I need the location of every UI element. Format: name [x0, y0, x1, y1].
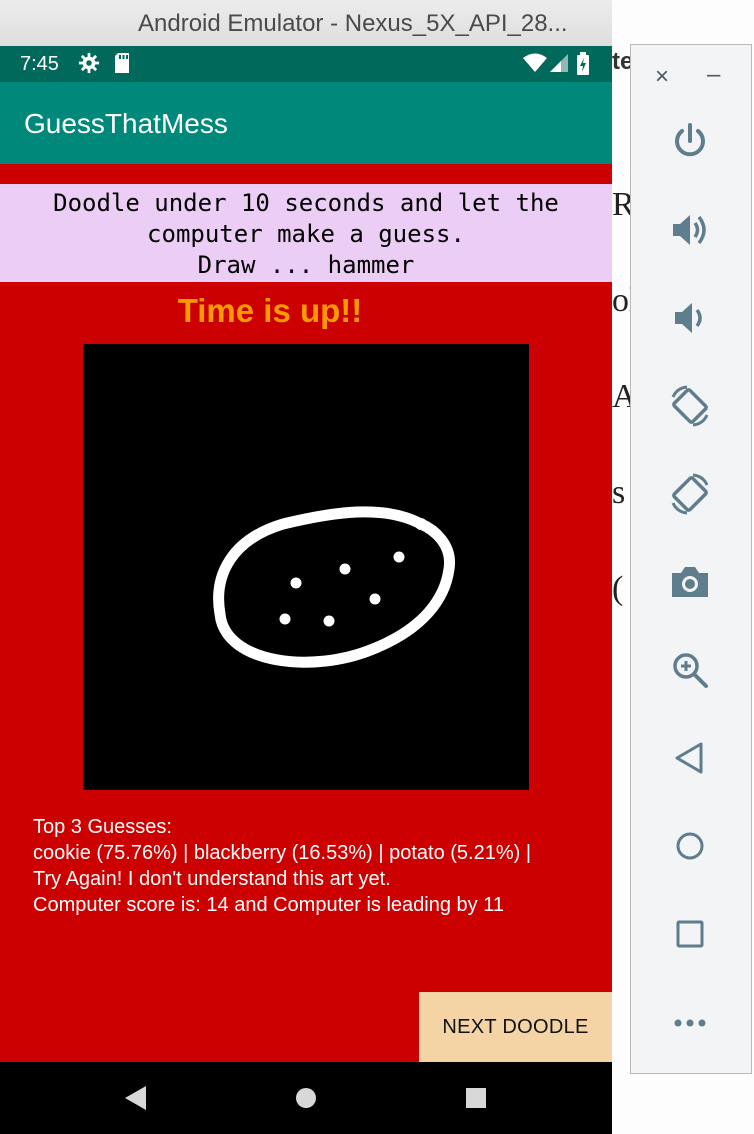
recents-icon[interactable] — [464, 1084, 488, 1117]
draw-prompt: Draw ... hammer — [197, 251, 415, 279]
game-content: Doodle under 10 seconds and let the comp… — [0, 164, 612, 1062]
score-text: Computer score is: 14 and Computer is le… — [33, 894, 504, 916]
home-icon[interactable] — [294, 1084, 318, 1117]
wifi-icon — [522, 52, 548, 79]
doodle-canvas[interactable] — [83, 344, 529, 790]
background-fragment: s — [612, 474, 626, 511]
device-screen: 7:45 GuessThatMess Doodle under 10 secon… — [0, 46, 612, 1134]
home-icon[interactable] — [667, 823, 713, 869]
rotate-right-icon[interactable] — [667, 471, 713, 517]
more-icon[interactable] — [667, 999, 713, 1045]
next-doodle-button[interactable]: NEXT DOODLE — [419, 992, 612, 1062]
results-header: Top 3 Guesses: — [33, 816, 172, 838]
signal-icon — [548, 52, 570, 79]
feedback-text: Try Again! I don't understand this art y… — [33, 868, 391, 890]
emulator-window: Android Emulator - Nexus_5X_API_28... 7:… — [0, 0, 612, 1134]
power-icon[interactable] — [667, 119, 713, 165]
app-title: GuessThatMess — [24, 108, 228, 139]
back-icon[interactable] — [667, 735, 713, 781]
app-bar: GuessThatMess — [0, 82, 612, 164]
camera-icon[interactable] — [667, 559, 713, 605]
window-titlebar[interactable]: Android Emulator - Nexus_5X_API_28... — [0, 0, 612, 47]
close-icon[interactable]: × — [655, 63, 669, 91]
volume-down-icon[interactable] — [667, 295, 713, 341]
background-fragment: ( — [612, 570, 624, 607]
instructions-line: Doodle under 10 seconds and let the — [53, 189, 559, 217]
doodle-drawing — [213, 506, 455, 668]
guesses-line: cookie (75.76%) | blackberry (16.53%) | … — [33, 842, 532, 864]
volume-up-icon[interactable] — [667, 207, 713, 253]
battery-icon — [576, 52, 590, 81]
status-time: 7:45 — [20, 53, 59, 75]
timer-message: Time is up!! — [177, 292, 363, 329]
instructions-panel: Doodle under 10 seconds and let the comp… — [0, 184, 612, 282]
emulator-toolbar: × – — [630, 44, 752, 1074]
settings-icon — [78, 52, 100, 79]
zoom-icon[interactable] — [667, 647, 713, 693]
window-title: Android Emulator - Nexus_5X_API_28... — [138, 10, 568, 37]
rotate-left-icon[interactable] — [667, 383, 713, 429]
sd-card-icon — [113, 52, 131, 79]
instructions-line: computer make a guess. — [147, 220, 465, 248]
navigation-bar — [0, 1062, 612, 1134]
results-panel: Top 3 Guesses: cookie (75.76%) | blackbe… — [33, 814, 531, 918]
minimize-icon[interactable]: – — [707, 61, 720, 89]
overview-icon[interactable] — [667, 911, 713, 957]
back-icon[interactable] — [122, 1084, 148, 1117]
status-bar: 7:45 — [0, 46, 612, 82]
